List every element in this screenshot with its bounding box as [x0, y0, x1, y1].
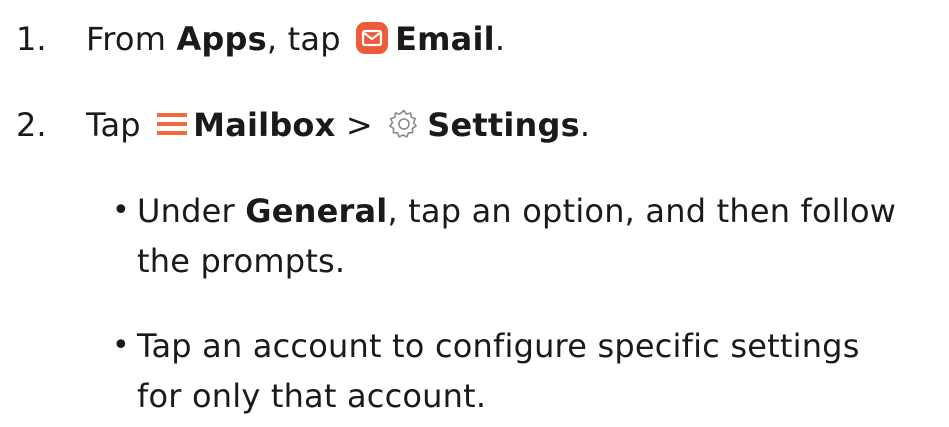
- general-label: General: [245, 192, 388, 230]
- step-1-number: 1.: [16, 20, 47, 58]
- step-2-number: 2.: [16, 106, 47, 144]
- gear-icon: [389, 109, 418, 138]
- step-1-suffix: .: [494, 20, 506, 58]
- instructions-document: 1. From Apps, tap Email. 2. Tap Mailbox …: [0, 0, 949, 427]
- mailbox-label: Mailbox: [193, 106, 336, 144]
- email-app-icon: [356, 22, 389, 54]
- bullet-1-line-2: the prompts.: [137, 242, 346, 280]
- apps-label: Apps: [176, 20, 267, 58]
- bullet-1-marker: •: [112, 193, 130, 228]
- step-1-text: From Apps, tap Email.: [86, 19, 505, 59]
- step-2-text: Tap Mailbox > Settings.: [86, 105, 590, 145]
- step-1-middle: , tap: [266, 20, 352, 58]
- bullet-1-prefix: Under: [137, 192, 246, 230]
- bullet-1-line-1: Under General, tap an option, and then f…: [137, 191, 896, 231]
- menu-icon: [157, 113, 188, 135]
- settings-label: Settings: [427, 106, 580, 144]
- bullet-2-line-1: Tap an account to configure specific set…: [137, 327, 860, 365]
- step-2-suffix: .: [579, 106, 591, 144]
- breadcrumb-separator: >: [335, 106, 384, 144]
- step-2-prefix: Tap: [86, 106, 152, 144]
- bullet-1-rest: , tap an option, and then follow: [387, 192, 897, 230]
- email-label: Email: [395, 20, 495, 58]
- step-1-prefix: From: [86, 20, 177, 58]
- bullet-2-line-2: for only that account.: [137, 377, 487, 415]
- bullet-2-marker: •: [112, 328, 130, 363]
